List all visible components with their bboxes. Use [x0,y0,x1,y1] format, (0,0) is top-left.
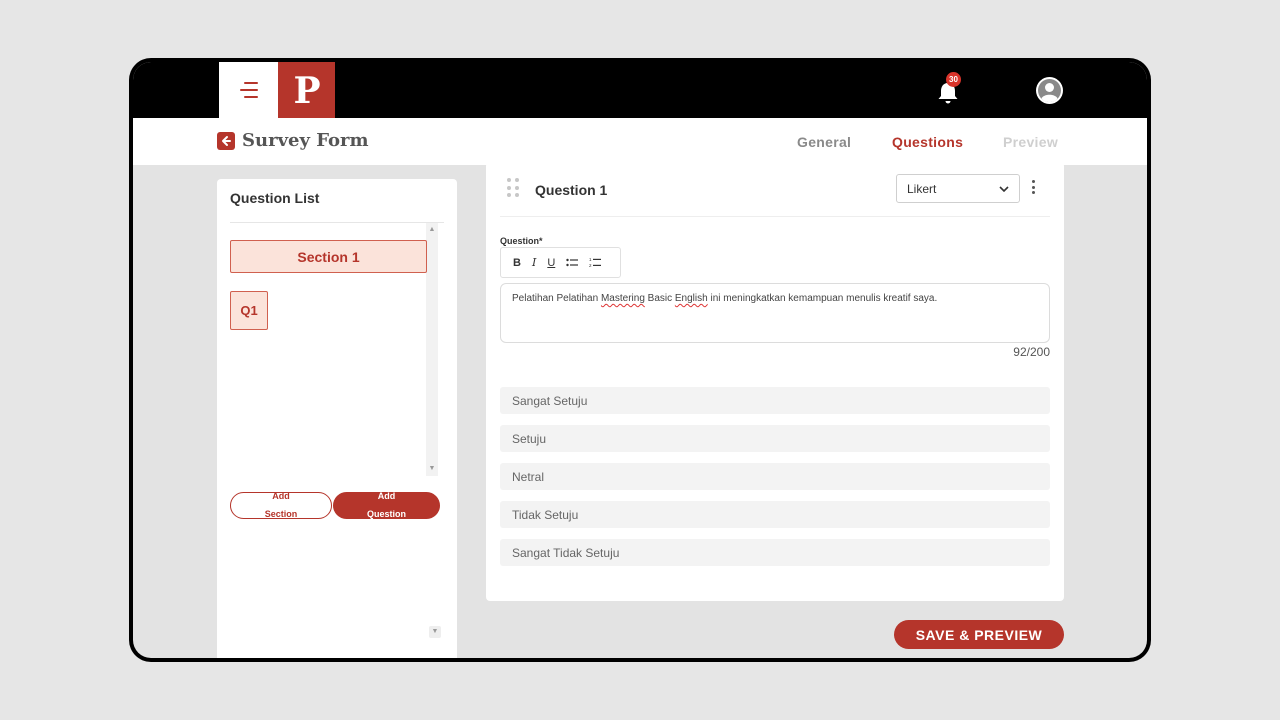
add-section-button[interactable]: Add Section [230,491,332,519]
hamburger-icon [239,82,258,98]
device-frame: P 30 Survey Form General Questions Previ… [129,58,1151,662]
question-text-segment: Pelatihan Pelatihan [512,293,601,304]
rich-text-toolbar: B I U 1 2 [500,247,621,278]
likert-option[interactable]: Netral [500,463,1050,490]
question-type-select[interactable]: Likert [896,174,1020,203]
bullet-list-icon[interactable] [566,258,579,268]
scroll-down-icon[interactable]: ▼ [428,465,436,473]
scroll-up-icon[interactable]: ▲ [428,226,436,234]
question-text-input[interactable]: Pelatihan Pelatihan Mastering Basic Engl… [500,283,1050,343]
underline-button[interactable]: U [547,257,555,269]
logo-mark: P [293,70,320,111]
svg-text:2: 2 [589,263,592,268]
character-count: 92/200 [1013,345,1050,359]
likert-option[interactable]: Setuju [500,425,1050,452]
menu-button[interactable] [219,62,278,118]
save-preview-button[interactable]: SAVE & PREVIEW [894,620,1064,649]
more-options-icon[interactable] [1032,180,1036,194]
chevron-down-icon [999,185,1009,192]
likert-option[interactable]: Sangat Setuju [500,387,1050,414]
notification-badge: 30 [946,72,961,87]
question-text-segment: Basic [644,293,675,304]
question-list-panel: Question List ▲ ▼ Section 1 Q1 Add Secti… [217,179,457,658]
question-title: Question 1 [535,182,608,198]
likert-option[interactable]: Sangat Tidak Setuju [500,539,1050,566]
question-type-value: Likert [907,181,937,196]
question-list-title: Question List [230,190,320,206]
add-question-button[interactable]: Add Question [333,491,440,519]
tab-preview[interactable]: Preview [1003,134,1058,150]
question-field-label: Question* [500,236,543,246]
question-editor-panel: Question 1 Likert Question* B I U 1 2 Pe… [486,162,1064,601]
svg-text:1: 1 [589,257,592,262]
drag-handle-icon[interactable] [507,178,519,198]
misspelled-word: English [674,293,708,304]
add-question-label: Add Question [366,491,406,519]
page-title: Survey Form [242,130,369,151]
arrow-left-icon [222,136,231,146]
tab-general[interactable]: General [797,134,851,150]
user-avatar-icon[interactable] [1036,77,1063,104]
tab-questions[interactable]: Questions [892,134,963,150]
section-item[interactable]: Section 1 [230,240,427,273]
add-section-label: Add Section [264,491,298,519]
back-arrow-icon[interactable] [217,132,235,150]
question-text-segment: ini meningkatkan kemampuan menulis kreat… [707,293,938,304]
scroll-down-icon[interactable]: ▼ [429,626,441,638]
italic-button[interactable]: I [532,256,536,269]
question-chip[interactable]: Q1 [230,291,268,330]
app-screen: P 30 Survey Form General Questions Previ… [133,62,1147,658]
top-navbar: P 30 [133,62,1147,118]
numbered-list-icon[interactable]: 1 2 [589,257,602,268]
misspelled-word: Mastering [600,293,645,304]
app-logo[interactable]: P [278,62,335,118]
divider [230,222,444,223]
divider [500,216,1050,217]
question-list-scrollbar[interactable]: ▲ ▼ [426,223,438,476]
likert-option[interactable]: Tidak Setuju [500,501,1050,528]
bold-button[interactable]: B [513,257,521,269]
